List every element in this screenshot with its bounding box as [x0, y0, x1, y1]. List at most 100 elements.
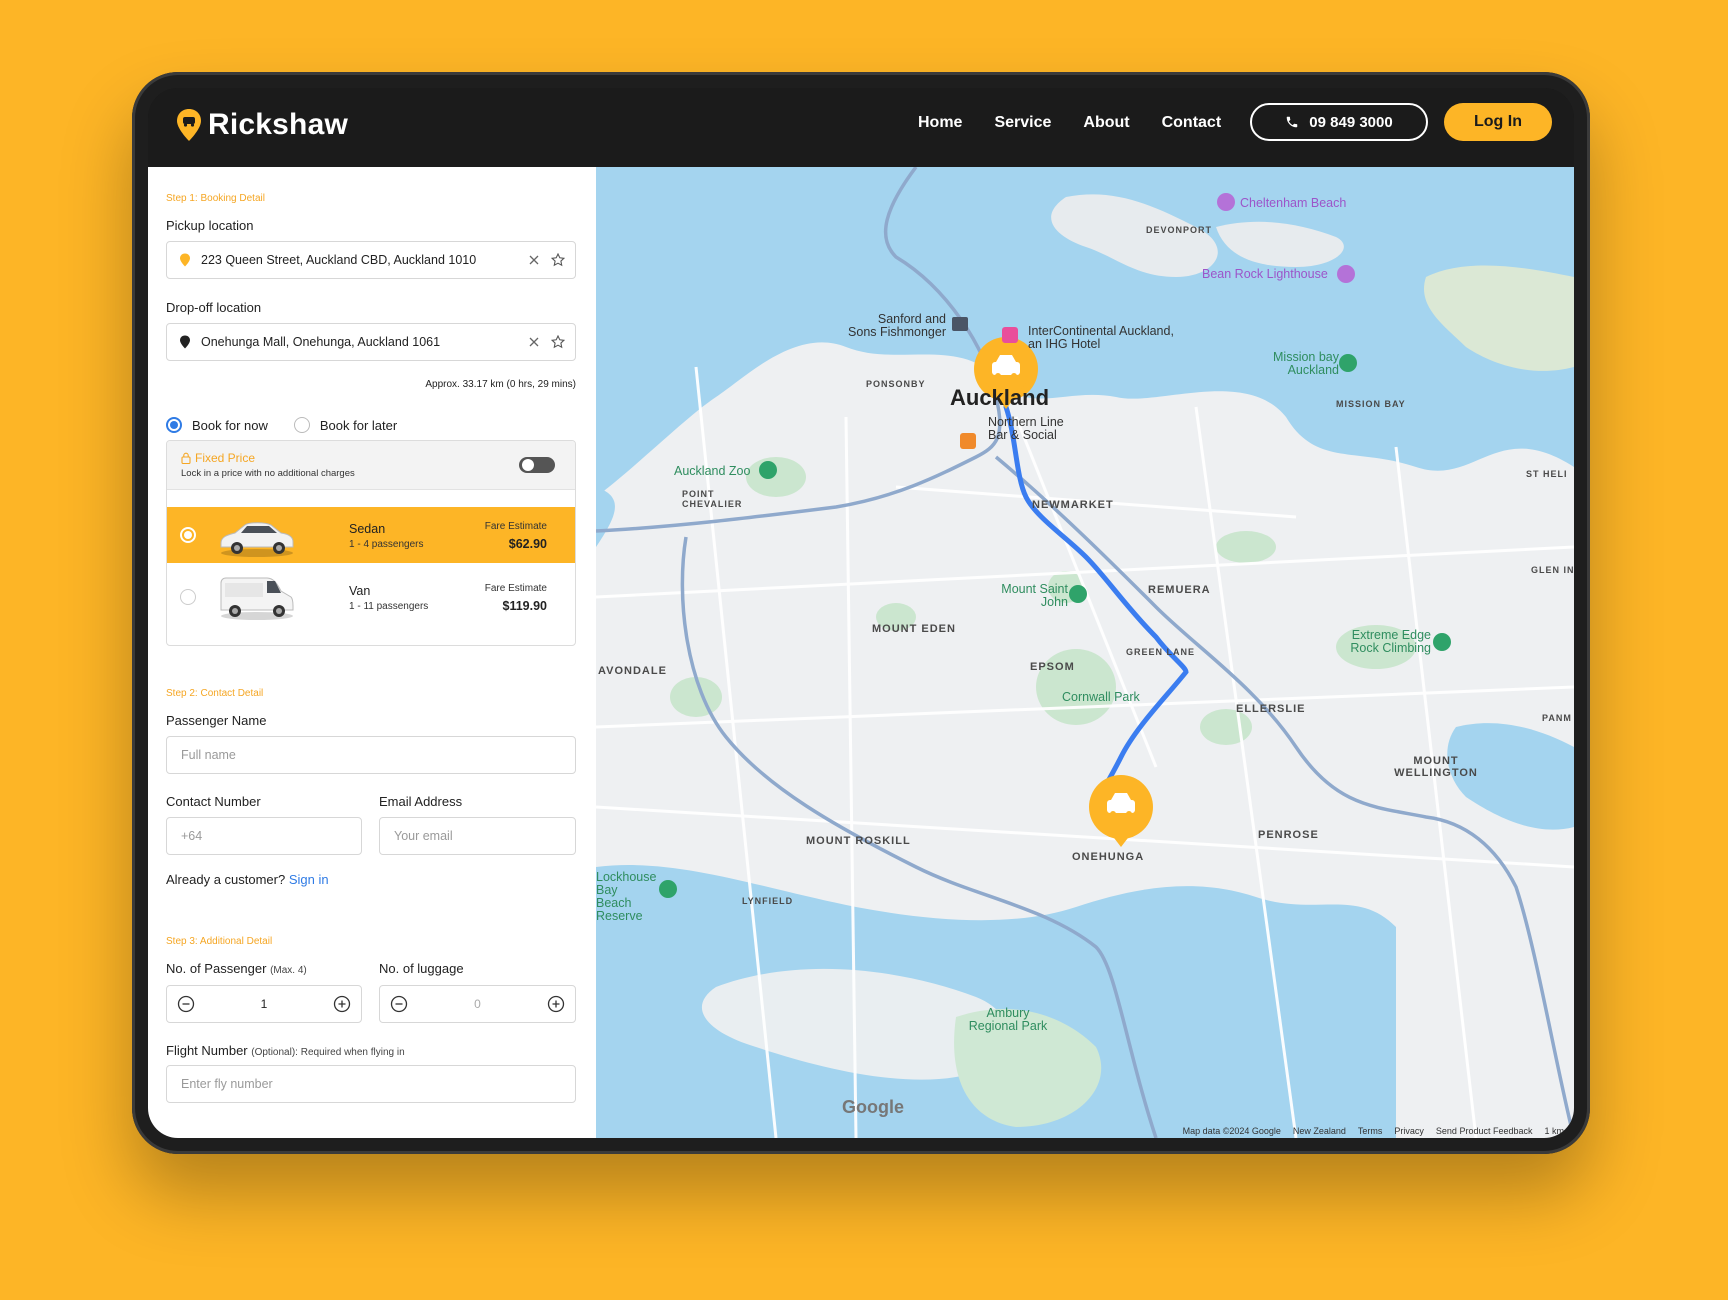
vehicle-option-van[interactable]: Van 1 - 11 passengers Fare Estimate $119… [167, 569, 575, 625]
area-ellerslie: ELLERSLIE [1236, 703, 1306, 715]
dropoff-pin-icon [180, 335, 190, 349]
area-remuera: REMUERA [1148, 584, 1211, 596]
area-mount-eden: MOUNT EDEN [872, 623, 956, 635]
lock-icon [181, 452, 191, 464]
favorite-dropoff-star-icon[interactable] [551, 335, 565, 349]
step-3-title: Step 3: Additional Detail [166, 936, 273, 947]
luggage-decrement-icon[interactable] [390, 995, 408, 1013]
passenger-stepper: 1 [166, 985, 362, 1023]
van-car-icon [220, 577, 294, 620]
phone-number: 09 849 3000 [1309, 113, 1393, 131]
clear-dropoff-icon[interactable] [527, 335, 541, 349]
city-auckland: Auckland [950, 385, 1050, 410]
place-mount-saint-john[interactable]: Mount Saint John [998, 583, 1068, 609]
nav-service[interactable]: Service [994, 114, 1051, 132]
logo[interactable]: Rickshaw [176, 108, 348, 142]
customer-signin-row: Already a customer? Sign in [166, 872, 329, 887]
place-bean-rock[interactable]: Bean Rock Lighthouse [1202, 268, 1328, 281]
luggage-label: No. of luggage [379, 961, 464, 976]
map-terms-link[interactable]: Terms [1358, 1126, 1383, 1136]
email-field[interactable] [379, 817, 576, 855]
flight-label: Flight Number [166, 1043, 248, 1058]
pickup-label: Pickup location [166, 218, 254, 233]
area-penrose: PENROSE [1258, 829, 1319, 841]
van-name: Van [349, 584, 371, 598]
vehicle-selector: Fixed Price Lock in a price with no addi… [166, 440, 576, 646]
book-later-radio[interactable] [293, 417, 310, 433]
nav-contact[interactable]: Contact [1162, 114, 1222, 132]
dropoff-value: Onehunga Mall, Onehunga, Auckland 1061 [201, 335, 441, 349]
place-cornwall-park[interactable]: Cornwall Park [1062, 691, 1140, 704]
passenger-max-note: (Max. 4) [270, 965, 307, 976]
sedan-radio[interactable] [180, 527, 196, 543]
phone-icon [1287, 116, 1298, 128]
passenger-increment-icon[interactable] [333, 995, 351, 1013]
sedan-fare: $62.90 [508, 537, 547, 551]
area-mount-roskill: MOUNT ROSKILL [806, 835, 911, 847]
nav-home[interactable]: Home [918, 114, 962, 132]
place-cheltenham-beach[interactable]: Cheltenham Beach [1240, 197, 1346, 210]
tablet-frame: Rickshaw Home Service About Contact 09 8… [132, 72, 1590, 1154]
area-avondale: AVONDALE [598, 665, 667, 677]
area-st-heliers: ST HELI [1526, 469, 1568, 479]
nav-about[interactable]: About [1083, 114, 1129, 132]
book-now-option[interactable]: Book for now [166, 417, 268, 433]
passenger-decrement-icon[interactable] [177, 995, 195, 1013]
area-panmure: PANM [1542, 713, 1572, 723]
place-intercontinental[interactable]: InterContinental Auckland, an IHG Hotel [1028, 325, 1178, 351]
fixed-price-toggle[interactable] [519, 457, 555, 473]
place-lockhouse-bay[interactable]: Lockhouse Bay Beach Reserve [596, 871, 656, 923]
area-lynfield: LYNFIELD [742, 896, 794, 906]
area-mission-bay: MISSION BAY [1336, 399, 1406, 409]
signin-link[interactable]: Sign in [289, 872, 329, 887]
passenger-name-input[interactable] [179, 747, 530, 763]
passenger-count-text: No. of Passenger [166, 961, 267, 976]
place-northern-line[interactable]: Northern Line Bar & Social [988, 416, 1078, 442]
booking-panel: Step 1: Booking Detail Pickup location 2… [148, 167, 596, 1138]
booking-time-options: Book for now Book for later [166, 417, 397, 433]
place-auckland-zoo[interactable]: Auckland Zoo [674, 465, 750, 478]
route-map[interactable]: DEVONPORT PONSONBY NEWMARKET REMUERA MOU… [596, 167, 1574, 1138]
area-point-chevalier: POINT CHEVALIER [682, 489, 743, 509]
phone-button[interactable]: 09 849 3000 [1250, 103, 1428, 141]
vehicle-option-sedan[interactable]: Sedan 1 - 4 passengers Fare Estimate $62… [167, 507, 575, 563]
dropoff-taxi-marker[interactable] [1089, 775, 1153, 847]
area-devonport: DEVONPORT [1146, 225, 1213, 235]
place-sanford-sons[interactable]: Sanford and Sons Fishmonger [846, 313, 946, 339]
fixed-price-sub: Lock in a price with no additional charg… [181, 468, 355, 479]
luggage-increment-icon[interactable] [547, 995, 565, 1013]
place-mission-bay[interactable]: Mission bay Auckland [1264, 351, 1339, 377]
map-region: New Zealand [1292, 1126, 1346, 1136]
sedan-name: Sedan [349, 522, 386, 536]
flight-number-field[interactable] [166, 1065, 576, 1103]
flight-number-input[interactable] [179, 1076, 530, 1092]
map-feedback-link[interactable]: Send Product Feedback [1436, 1126, 1533, 1136]
van-fare-label: Fare Estimate [484, 583, 547, 594]
dropoff-label: Drop-off location [166, 300, 262, 315]
dropoff-field[interactable]: Onehunga Mall, Onehunga, Auckland 1061 [166, 323, 576, 361]
contact-number-input[interactable] [179, 828, 348, 844]
login-button[interactable]: Log In [1444, 103, 1552, 141]
contact-number-field[interactable] [166, 817, 362, 855]
van-radio[interactable] [180, 589, 196, 605]
passenger-name-field[interactable] [166, 736, 576, 774]
passenger-count-value: 1 [260, 997, 268, 1011]
fixed-price-label: Fixed Price [195, 451, 256, 465]
place-extreme-edge[interactable]: Extreme Edge Rock Climbing [1346, 629, 1431, 655]
main-nav: Home Service About Contact [918, 114, 1221, 132]
map-data-credit: Map data ©2024 Google [1182, 1126, 1281, 1136]
van-fare: $119.90 [502, 599, 548, 613]
book-later-option[interactable]: Book for later [293, 417, 397, 433]
sedan-passengers: 1 - 4 passengers [349, 539, 424, 550]
clear-pickup-icon[interactable] [527, 253, 541, 267]
pickup-field[interactable]: 223 Queen Street, Auckland CBD, Auckland… [166, 241, 576, 279]
area-epsom: EPSOM [1030, 661, 1075, 673]
area-glen-innes: GLEN IN [1531, 565, 1574, 575]
email-input[interactable] [392, 828, 562, 844]
book-now-radio[interactable] [166, 417, 182, 433]
favorite-pickup-star-icon[interactable] [551, 253, 565, 267]
map-privacy-link[interactable]: Privacy [1394, 1126, 1424, 1136]
sedan-fare-label: Fare Estimate [484, 521, 547, 532]
place-ambury-park[interactable]: Ambury Regional Park [968, 1007, 1048, 1033]
contact-number-label: Contact Number [166, 794, 261, 809]
